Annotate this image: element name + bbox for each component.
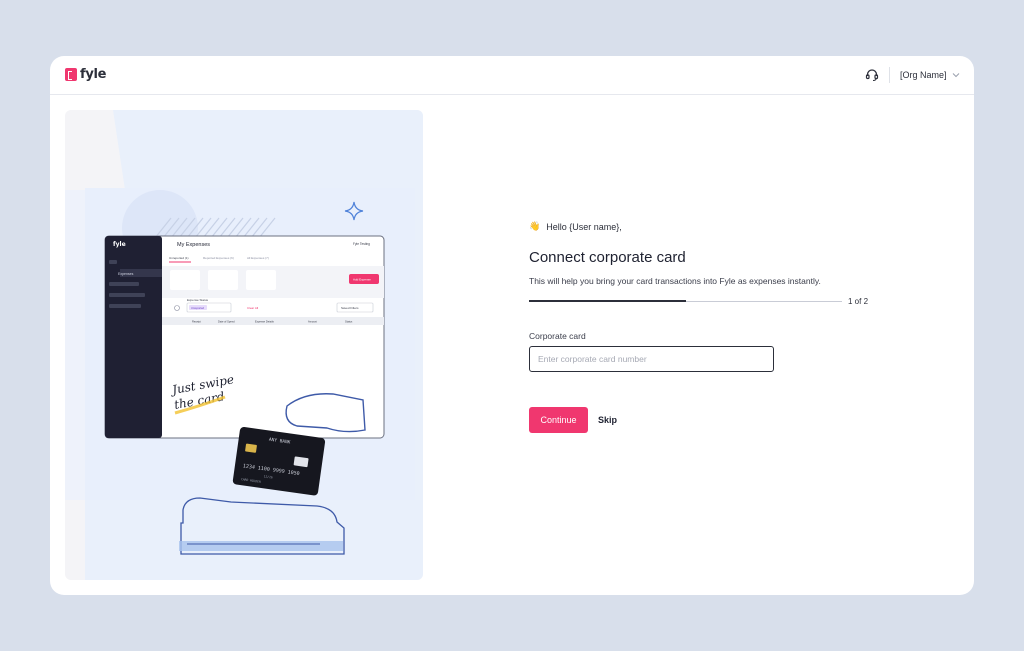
progress-fill — [529, 300, 686, 302]
illus-col-header: Receipt — [192, 320, 201, 324]
illus-col-header: Date of Spend — [218, 320, 235, 324]
app-window: fyle [Org Name] fyle Expenses My Expense… — [50, 56, 974, 595]
illus-saved-filters: Saved Filters — [341, 306, 359, 310]
illus-col-header: Amount — [308, 320, 317, 324]
chevron-down-icon — [952, 73, 959, 78]
illus-user-menu: Fyle Testing — [353, 242, 370, 246]
illus-col-header: Expense Details — [255, 320, 274, 324]
onboarding-illustration: fyle Expenses My Expenses Fyle Testing U… — [65, 110, 423, 580]
fyle-logo-mark-icon — [65, 68, 77, 81]
step-indicator: 1 of 2 — [848, 297, 869, 306]
page-title: Connect corporate card — [529, 249, 686, 266]
illus-app-title: My Expenses — [177, 242, 210, 248]
org-switcher[interactable]: [Org Name] — [900, 70, 960, 80]
page-subtitle: This will help you bring your card trans… — [529, 276, 821, 286]
illus-sidebar-expenses: Expenses — [118, 272, 134, 276]
card-field-label: Corporate card — [529, 331, 586, 341]
skip-button[interactable]: Skip — [598, 407, 617, 433]
illus-tab: Reported Expenses (6) — [203, 256, 234, 260]
header-divider — [889, 67, 890, 83]
org-name: [Org Name] — [900, 70, 947, 80]
illus-tab: Unreported (1) — [169, 256, 189, 260]
top-bar: fyle [Org Name] — [50, 56, 974, 95]
illus-filter-label: Expense Status — [187, 298, 209, 302]
logo-text: fyle — [80, 67, 107, 82]
fyle-logo[interactable]: fyle — [65, 67, 107, 82]
illus-tab: All Expenses (7) — [247, 256, 269, 260]
illus-sidebar-logo: fyle — [113, 241, 126, 248]
card-swipe-illustration: fyle Expenses My Expenses Fyle Testing U… — [65, 110, 423, 580]
waving-hand-icon: 👋 — [529, 221, 541, 231]
illus-col-header: Status — [345, 320, 353, 324]
card-number-input[interactable] — [529, 346, 774, 372]
illus-add-expense: Add Expense — [353, 278, 371, 282]
illus-filter-value: Unreported — [191, 306, 205, 310]
greeting-text: Hello {User name}, — [546, 221, 622, 232]
continue-button[interactable]: Continue — [529, 407, 588, 433]
illus-clear-all: Clear All — [247, 306, 259, 310]
headset-icon[interactable] — [865, 68, 879, 82]
greeting: 👋 Hello {User name}, — [529, 221, 622, 232]
